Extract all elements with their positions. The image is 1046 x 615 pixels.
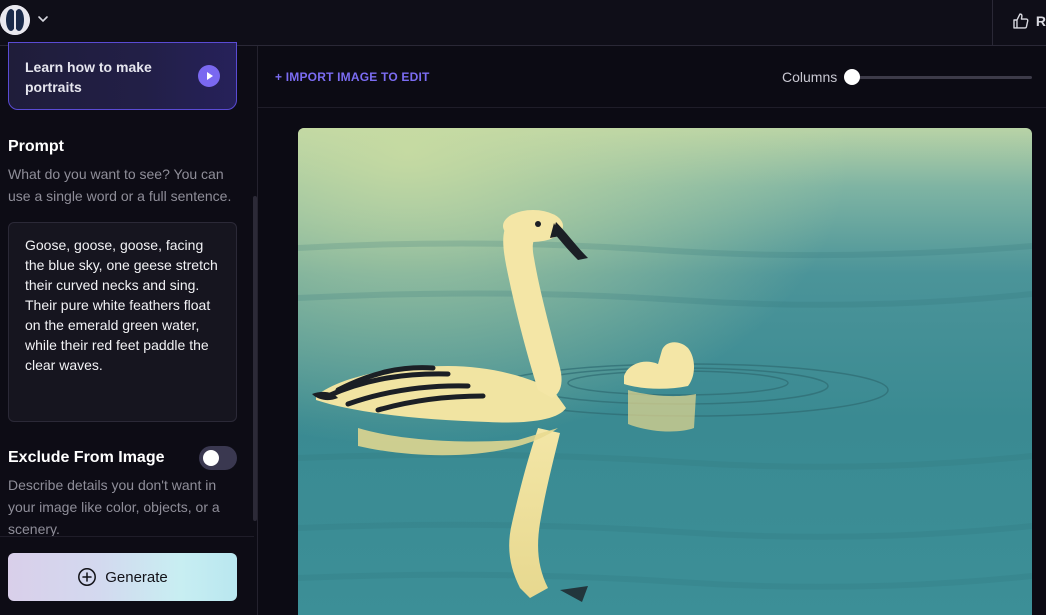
play-icon[interactable] — [198, 65, 220, 87]
prompt-title: Prompt — [8, 138, 64, 155]
chevron-down-icon[interactable] — [36, 12, 50, 26]
topbar-divider — [992, 0, 993, 46]
columns-label: Columns — [782, 69, 838, 85]
exclude-description: Describe details you don't want in your … — [8, 477, 220, 536]
exclude-toggle[interactable] — [199, 446, 237, 470]
learn-card-label: Learn how to make portraits — [25, 59, 152, 95]
sidebar-scrollbar[interactable] — [253, 196, 257, 521]
thumbs-up-icon — [1013, 13, 1029, 29]
generate-button[interactable]: Generate — [8, 553, 237, 601]
exclude-toggle-knob — [203, 450, 219, 466]
columns-slider-track[interactable] — [852, 76, 1032, 79]
main-header: + IMPORT IMAGE TO EDIT Columns — [258, 46, 1046, 108]
prompt-description: What do you want to see? You can use a s… — [8, 166, 232, 204]
top-bar: R — [0, 0, 1046, 46]
thumbs-up-button[interactable]: R — [1012, 10, 1046, 32]
generate-divider — [0, 536, 254, 537]
learn-portraits-card[interactable]: Learn how to make portraits — [8, 42, 237, 110]
sidebar: Learn how to make portraits Prompt What … — [0, 42, 258, 615]
prompt-textarea[interactable]: Goose, goose, goose, facing the blue sky… — [8, 222, 237, 422]
generated-image[interactable] — [298, 128, 1032, 615]
split-circle-logo-icon[interactable] — [0, 5, 30, 35]
exclude-title: Exclude From Image — [8, 449, 165, 466]
columns-slider-thumb[interactable] — [844, 69, 860, 85]
import-image-link[interactable]: + IMPORT IMAGE TO EDIT — [275, 70, 430, 84]
main-panel: + IMPORT IMAGE TO EDIT Columns — [258, 46, 1046, 615]
generate-label: Generate — [105, 568, 168, 586]
thumbs-up-label: R — [1035, 13, 1046, 29]
plus-circle-icon — [78, 568, 97, 586]
